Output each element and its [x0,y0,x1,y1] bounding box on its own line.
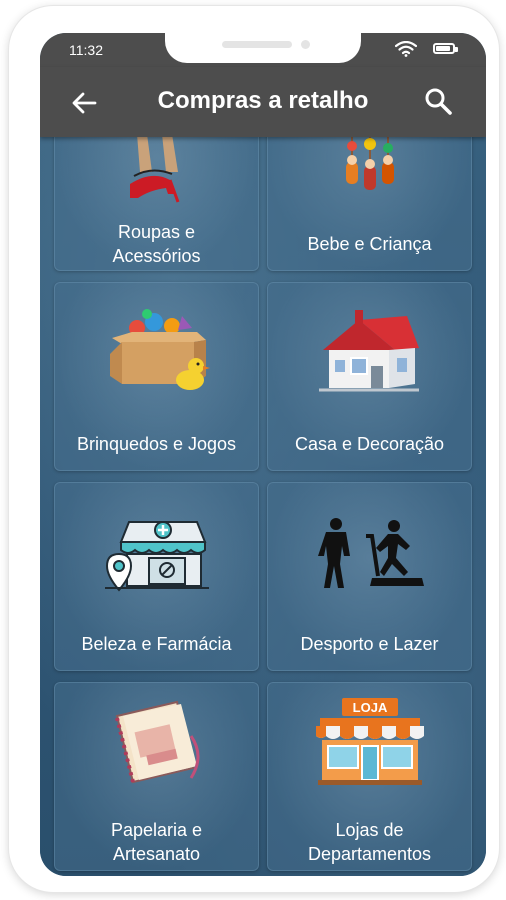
app-bar: Compras a retalho [40,67,486,137]
pharmacy-store-icon [104,521,209,592]
category-label: Desporto e Lazer [300,634,439,654]
shop-icon: LOJA [315,698,424,785]
category-label: Roupas e Acessórios [112,222,201,266]
notch [165,33,361,63]
screen: 11:32 Compras a retalho Roupas e Acessór… [40,33,486,876]
page-title: Compras a retalho [157,87,369,114]
category-tile-home[interactable]: Casa e Decoração [267,282,472,471]
category-label: Lojas de Departamentos [307,820,432,864]
category-tile-beauty[interactable]: Beleza e Farmácia [54,482,259,671]
phone-frame: 11:32 Compras a retalho Roupas e Acessór… [9,6,499,892]
category-label: Papelaria e Artesanato [110,820,203,864]
status-time: 11:32 [69,42,103,58]
toy-box-icon [109,309,210,390]
camera [301,40,310,49]
category-label: Beleza e Farmácia [81,634,232,654]
baby-toys-icon [345,132,394,190]
category-label: Bebe e Criança [307,234,432,254]
category-tile-department-stores[interactable]: LOJA Lojas de Departamentos [267,682,472,871]
battery-icon [433,43,458,54]
category-grid: Roupas e Acessórios Bebe e Criança Brinq… [40,82,486,876]
category-tile-stationery[interactable]: Papelaria e Artesanato [54,682,259,871]
category-label: Casa e Decoração [294,434,445,454]
shop-sign-text: LOJA [352,700,387,715]
search-icon[interactable] [423,86,453,116]
status-bar: 11:32 [40,33,486,67]
category-tile-toys[interactable]: Brinquedos e Jogos [54,282,259,471]
house-icon [318,310,419,392]
fitness-icon [317,518,424,588]
clothing-icon [129,134,179,203]
notebook-icon [114,700,199,784]
speaker [222,41,292,48]
wifi-icon [395,41,417,57]
category-label: Brinquedos e Jogos [76,434,237,454]
category-tile-sports[interactable]: Desporto e Lazer [267,482,472,671]
